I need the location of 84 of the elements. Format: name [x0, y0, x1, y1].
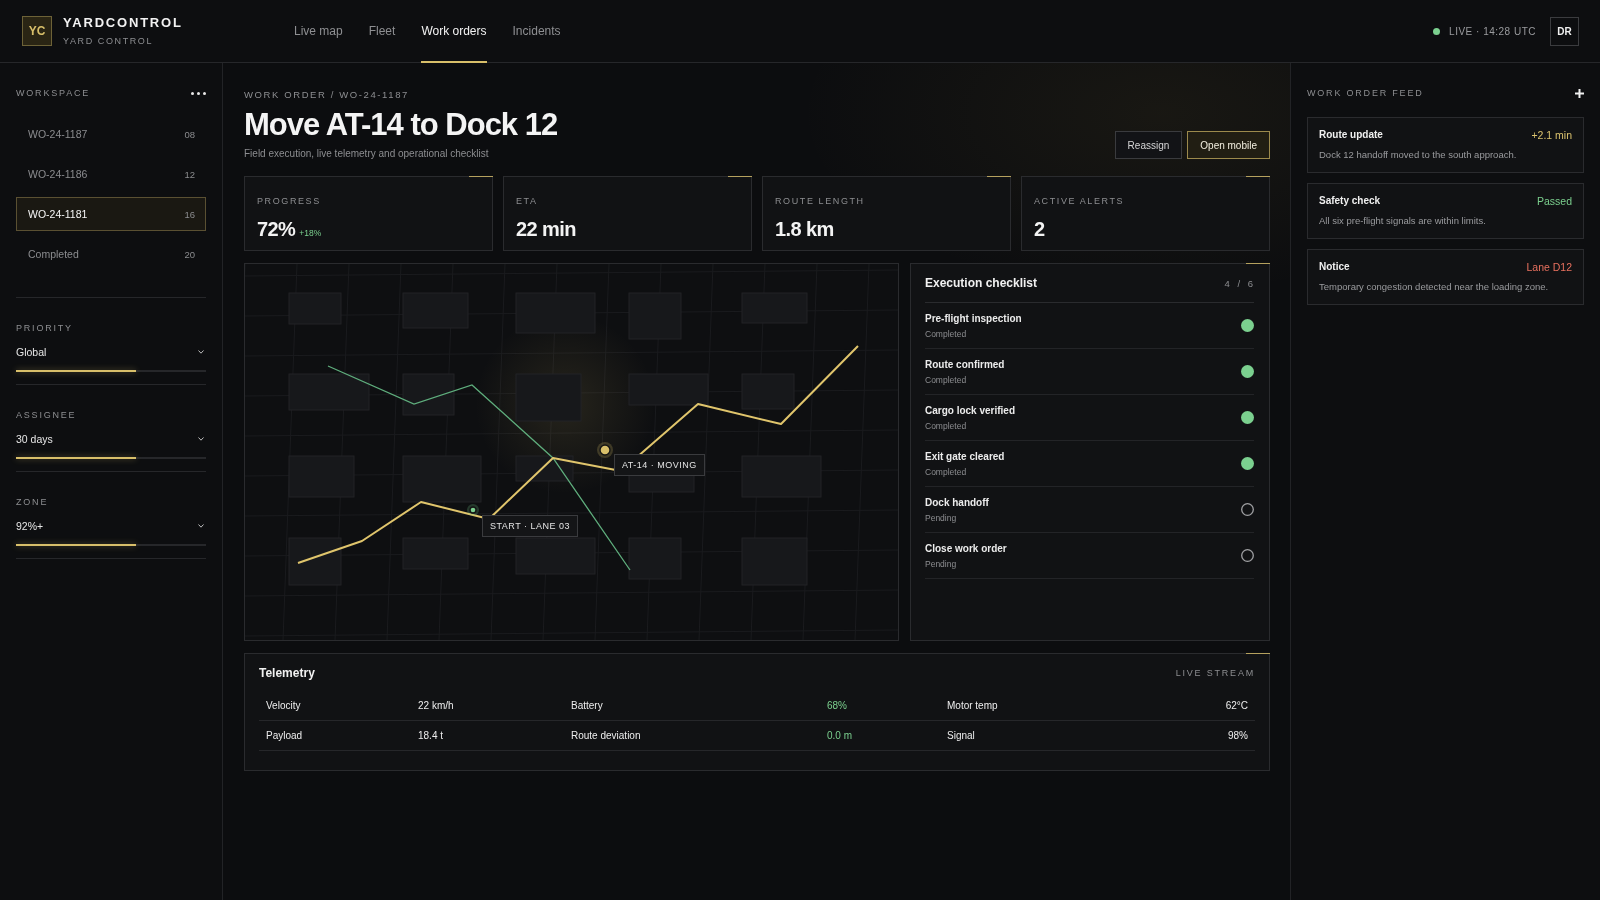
- brand-logo: YC: [22, 16, 52, 46]
- stat-label: ETA: [516, 196, 539, 206]
- task-name: Route confirmed: [925, 358, 1005, 371]
- primary-button[interactable]: Open mobile: [1187, 131, 1270, 159]
- workspace-item[interactable]: Completed 20: [16, 237, 206, 271]
- metric-value: 22 km/h: [418, 700, 454, 711]
- checklist-count: 4 / 6: [1224, 277, 1254, 289]
- stat-label: PROGRESS: [257, 196, 322, 206]
- user-avatar[interactable]: DR: [1550, 16, 1579, 46]
- chevron-down-icon: [198, 524, 204, 528]
- task-status: Completed: [925, 374, 968, 385]
- filter-label: ASSIGNEE: [16, 410, 77, 420]
- feed-tag: Passed: [1536, 195, 1572, 207]
- brand-subtitle: YARD CONTROL: [63, 36, 155, 46]
- live-status: LIVE · 14:28 UTC: [1449, 25, 1536, 37]
- stat-label: ACTIVE ALERTS: [1034, 196, 1126, 206]
- metric-value: 62°C: [1225, 700, 1248, 711]
- feed-text: Temporary congestion detected near the loading zone.: [1319, 281, 1550, 293]
- chevron-down-icon: [198, 350, 204, 354]
- filter-select[interactable]: Global: [16, 346, 206, 358]
- filter-label: PRIORITY: [16, 323, 73, 333]
- item-count: 12: [184, 168, 195, 180]
- task-name: Dock handoff: [925, 496, 989, 509]
- metric-value: 98%: [1228, 730, 1248, 741]
- task-status: Completed: [925, 466, 968, 477]
- task-name: Exit gate cleared: [925, 450, 1005, 463]
- stat-value: 72%: [257, 217, 296, 241]
- feed-title: Safety check: [1319, 195, 1381, 207]
- stat-value: 22 min: [516, 217, 576, 241]
- metric-label: Route deviation: [571, 730, 642, 741]
- plus-icon[interactable]: [1575, 88, 1584, 98]
- task-name: Close work order: [925, 542, 1007, 555]
- page-title: Move AT-14 to Dock 12: [244, 107, 558, 143]
- stream-label: LIVE STREAM: [1175, 667, 1255, 678]
- more-icon[interactable]: [191, 91, 206, 95]
- metric-label: Motor temp: [947, 700, 999, 711]
- panel-title: Telemetry: [259, 665, 315, 680]
- metric-value: 0.0 m: [827, 730, 852, 741]
- filter-select[interactable]: 92%+: [16, 520, 206, 532]
- filter-label: ZONE: [16, 497, 49, 507]
- metric-value: 68%: [827, 700, 847, 711]
- metric-label: Payload: [266, 730, 304, 741]
- stat-value: 2: [1034, 217, 1045, 241]
- item-count: 16: [184, 208, 195, 220]
- metric-label: Battery: [571, 700, 604, 711]
- page-subtitle: Field execution, live telemetry and operational checklist: [244, 148, 490, 160]
- task-status: Completed: [925, 420, 968, 431]
- task-name: Cargo lock verified: [925, 404, 1016, 417]
- chevron-down-icon: [198, 437, 204, 441]
- item-count: 20: [184, 248, 195, 260]
- filter-select[interactable]: 30 days: [16, 433, 206, 445]
- nav-tab[interactable]: Incidents: [512, 0, 561, 63]
- task-status: Pending: [925, 558, 958, 569]
- workspace-item[interactable]: WO-24-1187 08: [16, 117, 206, 151]
- section-label: WORKSPACE: [16, 88, 91, 98]
- metric-label: Velocity: [266, 700, 302, 711]
- task-status: Pending: [925, 512, 958, 523]
- feed-title: Notice: [1319, 261, 1350, 273]
- feed-title: Route update: [1319, 129, 1383, 141]
- stat-value: 1.8 km: [775, 217, 834, 241]
- task-status: Completed: [925, 328, 968, 339]
- breadcrumb: WORK ORDER / WO-24-1187: [244, 89, 410, 101]
- metric-label: Signal: [947, 730, 976, 741]
- map-label: START · LANE 03: [482, 515, 579, 537]
- panel-title: Execution checklist: [925, 276, 1038, 290]
- feed-tag: +2.1 min: [1531, 129, 1572, 141]
- feed-text: All six pre-flight signals are within limits.: [1319, 215, 1487, 227]
- item-count: 08: [184, 128, 195, 140]
- workspace-item[interactable]: WO-24-1181 16: [16, 197, 206, 231]
- stat-label: ROUTE LENGTH: [775, 196, 866, 206]
- section-label: WORK ORDER FEED: [1307, 88, 1424, 98]
- brand-name: YARDCONTROL: [63, 16, 183, 30]
- feed-text: Dock 12 handoff moved to the south approach.: [1319, 149, 1518, 161]
- metric-value: 18.4 t: [418, 730, 444, 741]
- vehicle-marker-icon: [597, 442, 613, 458]
- nav-tab[interactable]: Live map: [294, 0, 343, 63]
- nav-tab[interactable]: Fleet: [368, 0, 396, 63]
- stat-delta: +18%: [299, 228, 322, 238]
- task-name: Pre-flight inspection: [925, 312, 1022, 325]
- start-marker-icon: [467, 504, 479, 516]
- feed-tag: Lane D12: [1526, 261, 1572, 273]
- map-label: AT-14 · MOVING: [614, 454, 705, 476]
- secondary-button[interactable]: Reassign: [1114, 131, 1183, 159]
- workspace-item[interactable]: WO-24-1186 12: [16, 157, 206, 191]
